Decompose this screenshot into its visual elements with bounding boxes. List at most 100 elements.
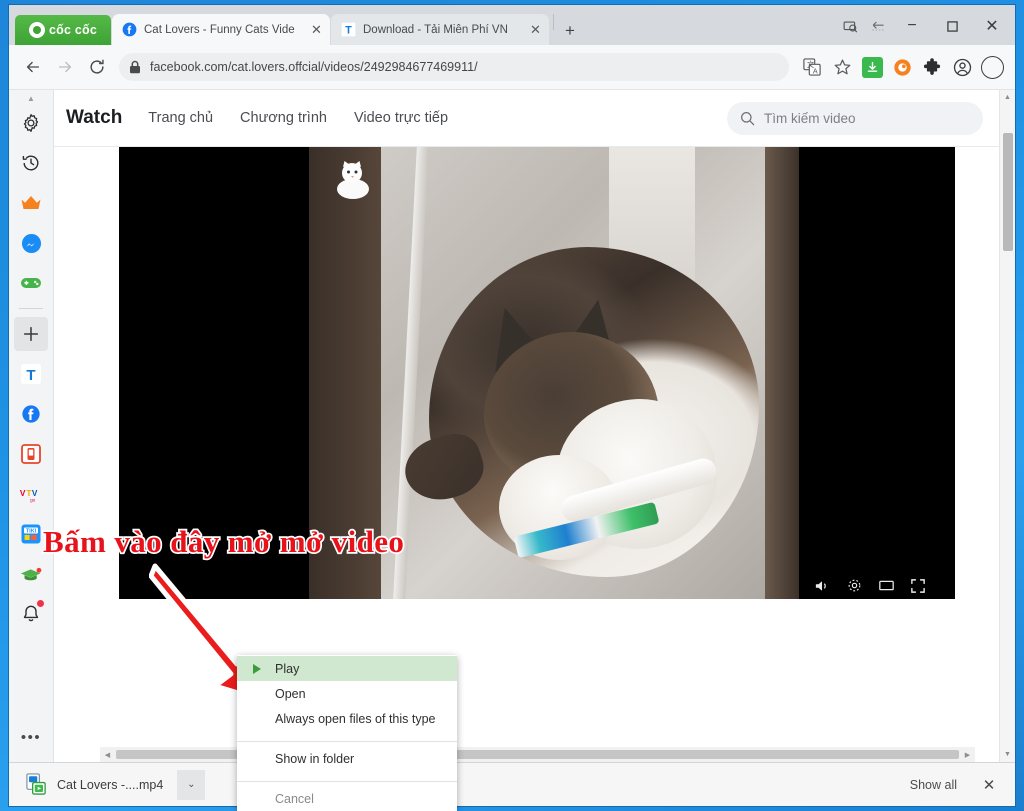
sidebar-item-facebook[interactable] — [14, 397, 48, 431]
avatar-circle-icon[interactable] — [978, 53, 1006, 81]
context-menu-separator — [237, 781, 457, 782]
context-menu-item-cancel[interactable]: Cancel — [237, 786, 457, 811]
profile-icon[interactable] — [948, 53, 976, 81]
context-menu-item-always-open[interactable]: Always open files of this type — [237, 706, 457, 731]
address-bar[interactable]: facebook.com/cat.lovers.offcial/videos/2… — [119, 53, 789, 81]
vscroll-up-arrow[interactable]: ▲ — [1004, 90, 1011, 105]
volume-icon[interactable] — [814, 579, 830, 598]
context-menu-label: Cancel — [275, 791, 314, 806]
nav-link-trang-chu[interactable]: Trang chủ — [148, 110, 213, 126]
sidebar-item-notifications[interactable] — [14, 597, 48, 631]
reload-button[interactable] — [82, 52, 112, 82]
svg-text:A: A — [813, 66, 818, 75]
svg-text:V: V — [20, 488, 26, 498]
sidebar-item-vtv[interactable]: V T V go — [14, 477, 48, 511]
back-button[interactable] — [18, 52, 48, 82]
context-menu-label: Show in folder — [275, 751, 355, 766]
t-letter-icon: T — [341, 22, 356, 37]
address-bar-url: facebook.com/cat.lovers.offcial/videos/2… — [150, 60, 478, 74]
settings-gear-icon[interactable] — [847, 578, 862, 598]
coccoc-logo-label: cốc cốc — [49, 23, 97, 37]
close-button[interactable]: ✕ — [973, 13, 1011, 39]
sidebar-item-premium[interactable] — [14, 186, 48, 220]
sidebar-item-settings[interactable] — [14, 106, 48, 140]
back-arrow-icon[interactable] — [865, 13, 891, 39]
coccoc-icon[interactable] — [888, 53, 916, 81]
shelf-close-button[interactable]: ✕ — [979, 776, 999, 794]
vtv-logo-icon: V T V go — [20, 488, 38, 503]
sidebar-collapse-caret[interactable]: ▲ — [27, 94, 35, 103]
forward-button[interactable] — [50, 52, 80, 82]
sidebar-item-messenger[interactable] — [14, 226, 48, 260]
download-context-menu: Play Open Always open files of this type… — [237, 655, 457, 811]
svg-text:go: go — [30, 497, 36, 502]
horizontal-scrollbar[interactable]: ◀ ▶ — [100, 747, 975, 762]
vscroll-track[interactable] — [1000, 105, 1015, 747]
video-scene-right-wall — [765, 147, 799, 599]
sidebar-item-tailmienphi[interactable]: T — [14, 357, 48, 391]
tab-strip: cốc cốc Cat Lovers - Funny Cats Vide ✕ T… — [9, 5, 1015, 45]
white-cat-sticker — [337, 161, 369, 199]
annotation-text: Bấm vào đây mở mở video — [41, 522, 405, 560]
shelf-actions: Show all ✕ — [910, 776, 1005, 794]
page-title: Watch — [66, 107, 123, 128]
sidebar-item-games[interactable] — [14, 266, 48, 300]
svg-text:T: T — [26, 367, 35, 384]
theater-mode-icon[interactable] — [879, 579, 894, 597]
sidebar-item-history[interactable] — [14, 146, 48, 180]
svg-text:T: T — [345, 24, 352, 36]
tab-close-icon[interactable]: ✕ — [309, 22, 324, 37]
context-menu-item-play[interactable]: Play — [237, 656, 457, 681]
download-item-1[interactable]: Cat Lovers -....mp4 — [23, 770, 165, 800]
screen-capture-icon[interactable] — [837, 13, 863, 39]
context-menu-label: Always open files of this type — [275, 711, 436, 726]
notification-badge — [36, 599, 45, 608]
sidebar-divider — [19, 308, 43, 309]
hscroll-left-arrow[interactable]: ◀ — [100, 747, 115, 762]
nav-link-chuong-trinh[interactable]: Chương trình — [240, 110, 327, 126]
plus-icon — [23, 326, 39, 342]
lock-icon — [130, 60, 140, 74]
left-sidebar: ▲ T V T V go TIKI ••• — [9, 90, 54, 762]
facebook-round-icon — [22, 405, 40, 423]
blue-t-icon: T — [21, 364, 41, 384]
sidebar-item-education[interactable] — [14, 557, 48, 591]
context-menu-item-show-in-folder[interactable]: Show in folder — [237, 746, 457, 771]
download-green-icon[interactable] — [858, 53, 886, 81]
maximize-button[interactable] — [933, 13, 971, 39]
video-letterbox-right — [799, 147, 955, 599]
browser-toolbar: facebook.com/cat.lovers.offcial/videos/2… — [9, 45, 1015, 90]
extensions-puzzle-icon[interactable] — [918, 53, 946, 81]
tab-cat-lovers[interactable]: Cat Lovers - Funny Cats Vide ✕ — [112, 14, 330, 45]
download-shelf: Cat Lovers -....mp4 ⌄ Cat Lovers -....mp… — [9, 762, 1015, 806]
search-placeholder: Tìm kiếm video — [764, 110, 856, 126]
bookmark-star-icon[interactable] — [828, 53, 856, 81]
download-menu-caret-1[interactable]: ⌄ — [177, 769, 206, 800]
vscroll-thumb[interactable] — [1003, 133, 1013, 251]
show-all-button[interactable]: Show all — [910, 778, 957, 792]
tab-download-tmp[interactable]: T Download - Tải Miễn Phí VN ✕ — [331, 14, 549, 45]
orange-crown-icon — [21, 196, 41, 209]
sidebar-item-add[interactable] — [14, 317, 48, 351]
sidebar-more-label: ••• — [20, 728, 42, 746]
fullscreen-icon[interactable] — [911, 578, 925, 598]
coccoc-logo-tab[interactable]: cốc cốc — [15, 15, 111, 45]
svg-text:V: V — [32, 488, 38, 498]
context-menu-item-open[interactable]: Open — [237, 681, 457, 706]
new-tab-button[interactable]: + — [558, 18, 582, 42]
svg-text:T: T — [26, 488, 31, 498]
translate-icon[interactable]: 文A — [798, 53, 826, 81]
sidebar-item-app-red[interactable] — [14, 437, 48, 471]
vscroll-down-arrow[interactable]: ▼ — [1004, 747, 1011, 762]
context-menu-separator — [237, 741, 457, 742]
browser-body: ▲ T V T V go TIKI ••• Watch Trang chủ Ch… — [9, 90, 1015, 762]
vertical-scrollbar[interactable]: ▲ ▼ — [999, 90, 1015, 762]
context-menu-label: Open — [275, 686, 306, 701]
hscroll-right-arrow[interactable]: ▶ — [960, 747, 975, 762]
sidebar-more-button[interactable]: ••• — [14, 720, 48, 754]
minimize-button[interactable]: − — [893, 13, 931, 39]
tab-close-icon[interactable]: ✕ — [528, 22, 543, 37]
search-input[interactable]: Tìm kiếm video — [727, 101, 983, 135]
nav-link-video-truc-tiep[interactable]: Video trực tiếp — [354, 110, 448, 126]
facebook-watch-header: Watch Trang chủ Chương trình Video trực … — [54, 90, 999, 147]
